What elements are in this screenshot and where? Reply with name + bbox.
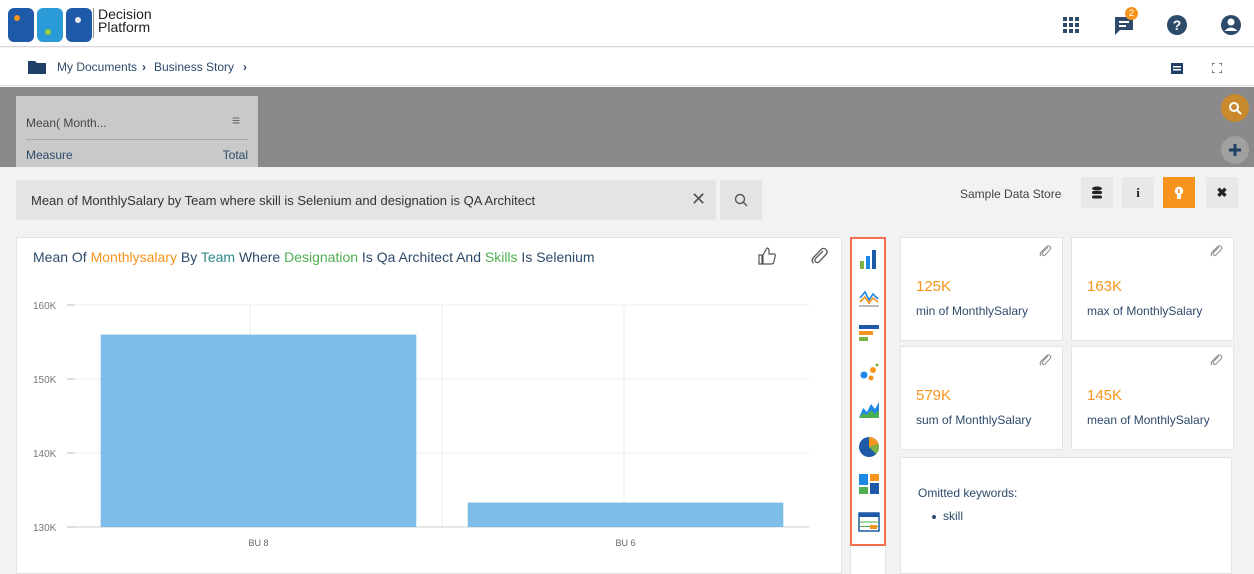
folder-icon	[28, 61, 46, 74]
breadcrumb-bar: My Documents › Business Story ›	[0, 48, 1254, 86]
search-icon	[734, 193, 748, 207]
kpi-value: 125K	[916, 278, 952, 295]
table-chart-icon[interactable]	[858, 511, 880, 533]
clear-search-icon[interactable]: ✕	[691, 189, 706, 210]
data-store-label: Sample Data Store	[960, 187, 1062, 201]
comment-icon[interactable]	[1171, 63, 1183, 74]
lightbulb-icon	[1174, 186, 1184, 199]
y-tick-label: 140K	[33, 449, 57, 460]
y-tick-label: 150K	[33, 375, 57, 386]
database-icon	[1092, 186, 1102, 198]
kpi-value: 145K	[1087, 387, 1123, 404]
y-tick-label: 130K	[33, 523, 57, 534]
kpi-label: max of MonthlySalary	[1087, 304, 1203, 318]
info-button[interactable]: i	[1122, 177, 1154, 208]
breadcrumb-my-documents[interactable]: My Documents	[57, 60, 137, 74]
bar-chart-icon[interactable]	[858, 248, 880, 270]
hamburger-menu-icon[interactable]: ≡	[232, 112, 240, 128]
chevron-right-icon: ›	[243, 60, 247, 74]
title-filter-field: Designation	[284, 249, 359, 265]
svg-text:?: ?	[1173, 17, 1182, 33]
logo-text: Decision Platform	[98, 7, 152, 35]
total-label: Total	[222, 148, 248, 162]
title-measure: Monthlysalary	[90, 249, 177, 265]
kpi-card-mean[interactable]: 145K mean of MonthlySalary	[1071, 346, 1234, 450]
title-part: Is Selenium	[517, 249, 595, 265]
kpi-label: sum of MonthlySalary	[916, 413, 1032, 427]
help-icon[interactable]: ?	[1166, 14, 1188, 36]
kpi-value: 163K	[1087, 278, 1123, 295]
line-chart-icon[interactable]	[858, 286, 880, 308]
search-button[interactable]	[720, 180, 762, 220]
kpi-label: min of MonthlySalary	[916, 304, 1029, 318]
insight-button[interactable]	[1163, 177, 1195, 208]
title-part: Where	[235, 249, 285, 265]
chart-type-column-footer	[850, 546, 886, 574]
measure-label: Measure	[26, 148, 73, 162]
x-tick-label: BU 6	[615, 538, 635, 548]
title-part: Mean Of	[33, 249, 91, 265]
notification-badge: 2	[1125, 7, 1138, 20]
add-fab-icon[interactable]	[1221, 136, 1249, 164]
kpi-value: 579K	[916, 387, 952, 404]
bar	[467, 502, 784, 527]
chart-type-selector	[850, 237, 886, 546]
title-part: By	[176, 249, 201, 265]
chart-panel: Mean Of Monthlysalary By Team Where Desi…	[16, 237, 842, 574]
close-button[interactable]: ✖	[1206, 177, 1238, 208]
paperclip-icon[interactable]	[1038, 244, 1052, 258]
treemap-icon[interactable]	[858, 473, 880, 495]
scatter-chart-icon[interactable]	[858, 361, 880, 383]
paperclip-icon[interactable]	[809, 246, 829, 266]
app-header: Decision Platform 2 ?	[0, 0, 1254, 47]
chart-title: Mean Of Monthlysalary By Team Where Desi…	[33, 249, 595, 265]
apps-grid-icon[interactable]	[1060, 14, 1082, 36]
search-query-input[interactable]: Mean of MonthlySalary by Team where skil…	[16, 180, 716, 220]
fullscreen-icon[interactable]	[1212, 63, 1222, 73]
search-fab-icon[interactable]	[1221, 94, 1249, 122]
area-chart-icon[interactable]	[858, 398, 880, 420]
bar	[100, 334, 417, 527]
measure-card: Mean( Month... ≡ Measure Total	[16, 96, 258, 167]
search-query-text: Mean of MonthlySalary by Team where skil…	[31, 193, 536, 208]
logo-line2: Platform	[98, 19, 151, 35]
kpi-label: mean of MonthlySalary	[1087, 413, 1210, 427]
kpi-card-sum[interactable]: 579K sum of MonthlySalary	[900, 346, 1063, 450]
thumbs-up-icon[interactable]	[757, 246, 777, 266]
paperclip-icon[interactable]	[1038, 353, 1052, 367]
bullet-icon	[932, 515, 936, 519]
database-button[interactable]	[1081, 177, 1113, 208]
measure-card-title: Mean( Month...	[26, 116, 107, 130]
kpi-card-max[interactable]: 163K max of MonthlySalary	[1071, 237, 1234, 341]
pie-chart-icon[interactable]	[858, 436, 880, 458]
modal-backdrop: Mean( Month... ≡ Measure Total	[0, 87, 1254, 167]
x-tick-label: BU 8	[248, 538, 268, 548]
user-profile-icon[interactable]	[1220, 14, 1242, 36]
divider	[26, 139, 248, 140]
bdb-logo[interactable]	[8, 6, 92, 44]
title-filter-field: Skills	[484, 249, 518, 265]
title-part: Is Qa Architect And	[358, 249, 485, 265]
bar-chart: 130K 140K 150K 160K BU 8 BU 6	[33, 301, 809, 548]
logo-divider	[93, 8, 94, 38]
chevron-right-icon: ›	[142, 60, 146, 74]
title-dimension: Team	[200, 249, 236, 265]
breadcrumb-business-story[interactable]: Business Story	[154, 60, 234, 74]
omitted-keyword-item: skill	[943, 509, 963, 523]
omitted-keywords-panel: Omitted keywords: skill	[900, 457, 1232, 574]
horizontal-bar-icon[interactable]	[858, 323, 880, 345]
omitted-keywords-heading: Omitted keywords:	[918, 486, 1018, 500]
kpi-card-min[interactable]: 125K min of MonthlySalary	[900, 237, 1063, 341]
paperclip-icon[interactable]	[1209, 353, 1223, 367]
y-tick-label: 160K	[33, 301, 57, 312]
paperclip-icon[interactable]	[1209, 244, 1223, 258]
